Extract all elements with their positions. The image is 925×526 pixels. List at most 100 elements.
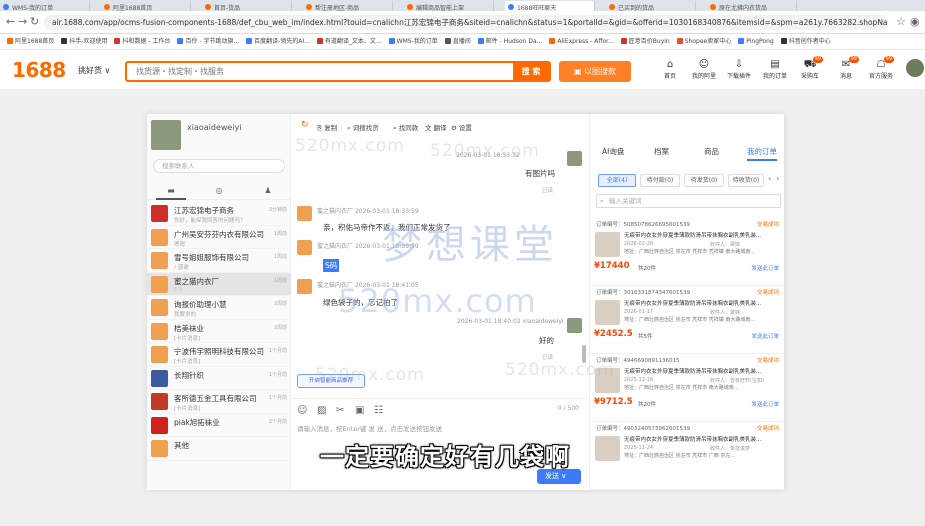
quick-reply-icon[interactable]: ☷ bbox=[374, 405, 383, 416]
address-bar[interactable]: air.1688.com/app/ocms-fusion-components-… bbox=[44, 15, 888, 30]
tab-ai-inquiry[interactable]: AI询盘 bbox=[602, 146, 624, 157]
contact-time: 2周前 bbox=[273, 324, 287, 331]
toolbar-button[interactable]: ⌕ 词搜找货 bbox=[347, 122, 379, 133]
header-nav-item[interactable]: ⛟ 采购车 99 bbox=[793, 56, 827, 80]
chevron-left-icon[interactable]: ‹ bbox=[768, 174, 771, 183]
header-nav-icon: ⌂ bbox=[666, 59, 674, 70]
tab-contacts[interactable]: ♟ bbox=[253, 186, 283, 195]
filter-pending-shipment[interactable]: 待发货(0) bbox=[684, 174, 724, 187]
filter-all[interactable]: 全部(4) bbox=[598, 174, 636, 187]
header-nav-item[interactable]: ☺ 我的阿里 bbox=[687, 59, 721, 80]
contact-item[interactable]: 桔美袜业 [卡片消息] 2周前 bbox=[147, 320, 291, 343]
browser-tab[interactable]: 原在尤拂内衣货品 bbox=[707, 1, 797, 11]
send-order-link[interactable]: 发送此订单 bbox=[751, 332, 779, 340]
bookmark-item[interactable]: 阿里1688首页 bbox=[7, 34, 54, 49]
search-input[interactable] bbox=[127, 63, 515, 80]
contact-item[interactable]: 江苏宏锦电子商务 你好，能探我回答的问题吗？ 3分钟前 bbox=[147, 202, 291, 226]
tab-recent-chats[interactable]: ▬ bbox=[156, 186, 186, 200]
send-order-link[interactable]: 发送此订单 bbox=[751, 264, 779, 272]
order-search-input[interactable]: ⌕ 输入关键词 bbox=[596, 194, 781, 208]
bookmark-item[interactable]: PingPong bbox=[738, 34, 774, 49]
contact-item[interactable]: piak旭拓袜业 2个月前 bbox=[147, 414, 291, 437]
contact-item[interactable]: 其他 bbox=[147, 437, 291, 461]
message-bubble[interactable]: 有图片吗 bbox=[525, 168, 555, 179]
order-card[interactable]: 订单编号：4946690891136015 交易成功 无痕带内衣女外穿夏季薄款防滑吊… bbox=[590, 354, 785, 422]
contact-snippet: 你好，能探我回答的问题吗？ bbox=[174, 218, 246, 224]
user-avatar[interactable] bbox=[906, 59, 924, 77]
order-card[interactable]: 订单编号：3016331874347601539 交易成功 无痕带内衣女外穿夏季薄款… bbox=[590, 286, 785, 354]
browser-tab[interactable]: 帮注册地区-商品 bbox=[303, 1, 393, 11]
contact-item[interactable]: 询报价助理小慧 我要求的 2周前 bbox=[147, 296, 291, 320]
back-icon[interactable]: ← bbox=[6, 15, 15, 29]
contact-item[interactable]: 蜜之猫内衣厂/:-) 1周前 bbox=[147, 272, 291, 296]
contact-item[interactable]: 雪号姐姐服饰有限公司 / 感谢 1周前 bbox=[147, 249, 291, 273]
search-button[interactable]: 搜 索 bbox=[513, 63, 549, 80]
header-nav-item[interactable]: ⌂ 首页 bbox=[653, 59, 687, 80]
toolbar-button[interactable]: ⎘ 复制 bbox=[317, 122, 337, 133]
bookmark-item[interactable]: 匠意百价Buyin bbox=[620, 34, 670, 49]
card-icon[interactable]: ▣ bbox=[355, 405, 364, 416]
tab-my-orders[interactable]: 我的订单 bbox=[747, 146, 777, 161]
bookmark-item[interactable]: 直播间 bbox=[444, 34, 471, 49]
header-nav-item[interactable]: ☖ 官方服务 99 bbox=[864, 56, 898, 80]
bookmark-favicon-icon bbox=[738, 38, 745, 44]
star-icon[interactable]: ☆ bbox=[896, 15, 906, 29]
browser-tab[interactable]: 阿里1688首页 bbox=[101, 1, 191, 11]
refresh-icon[interactable]: ↻ bbox=[301, 120, 309, 130]
bookmark-item[interactable]: 抖和数据 - 工作台 bbox=[114, 34, 170, 49]
bookmark-item[interactable]: 有道翻译_文本、文... bbox=[316, 34, 382, 49]
my-avatar[interactable] bbox=[151, 120, 181, 150]
bookmark-item[interactable]: Shopee卖家中心 bbox=[676, 34, 731, 49]
image-icon[interactable]: ▨ bbox=[317, 405, 326, 416]
bookmark-item[interactable]: 百度翻译-领先的AI... bbox=[246, 34, 310, 49]
tab-products[interactable]: 商品 bbox=[704, 146, 719, 157]
contact-time: 2个月前 bbox=[268, 418, 287, 425]
bookmark-item[interactable]: 抖手-欢迎使用 bbox=[61, 34, 107, 49]
order-address: 地址：广西壮族自治区 崇左市 凭祥市 凭祥镇 南大路城南... bbox=[624, 317, 756, 323]
forward-icon[interactable]: → bbox=[18, 15, 27, 29]
browser-tab[interactable]: WMS-我的订单 bbox=[0, 1, 90, 11]
toolbar-button[interactable]: ⌕ 找同款 bbox=[393, 122, 418, 133]
message-input[interactable]: 请输入消息，按Enter键 发 送，点击发送按钮发送 bbox=[297, 423, 442, 433]
bookmark-item[interactable]: 百伶 - 字节跳动旗... bbox=[177, 34, 239, 49]
category-selector[interactable]: 挑好货 ∨ bbox=[78, 65, 110, 76]
filter-pending-payment[interactable]: 待付款(0) bbox=[640, 174, 680, 187]
contact-item[interactable]: 广州吴安芬芬内衣有限公司 嗯嗯 1周前 bbox=[147, 226, 291, 249]
toolbar-button[interactable]: 文 翻译 bbox=[425, 122, 447, 132]
browser-tab[interactable]: 已买到的货品 bbox=[606, 1, 696, 11]
contact-item[interactable]: 客所德五金工具有限公司 [卡片消息] 1个月前 bbox=[147, 390, 291, 414]
message-bubble[interactable]: 好的 bbox=[539, 335, 554, 346]
contact-item[interactable]: 长翔针织 1个月前 bbox=[147, 367, 291, 390]
bookmark-item[interactable]: 抖音创作者中心 bbox=[780, 34, 831, 49]
browser-tab[interactable]: 首页-货品 bbox=[202, 1, 292, 11]
contact-avatar bbox=[151, 252, 168, 269]
filter-pending-receipt[interactable]: 待收货(0) bbox=[728, 174, 764, 187]
contact-search-input[interactable]: 搜索联系人 bbox=[153, 159, 285, 173]
contact-snippet: / 感谢 bbox=[174, 265, 189, 271]
image-search-button[interactable]: ▣ 以图搜款 bbox=[559, 61, 631, 82]
emoji-icon[interactable]: ☺ bbox=[297, 405, 307, 416]
order-card[interactable]: 订单编号：4903240573962601539 交易成功 无痕带内衣女外穿夏季薄款… bbox=[590, 422, 785, 490]
bookmark-item[interactable]: 邮件 - Hudson Da... bbox=[477, 34, 542, 49]
chevron-right-icon[interactable]: › bbox=[776, 174, 779, 183]
toolbar-button[interactable]: ⚙ 设置 bbox=[451, 122, 472, 132]
bookmark-item[interactable]: AliExpress - Affor... bbox=[549, 34, 614, 49]
tab-profile[interactable]: 档案 bbox=[654, 146, 669, 157]
order-card[interactable]: 订单编号：5085078626695601539 交易成功 无痕带内衣女外穿夏季薄款… bbox=[590, 218, 785, 286]
message-bubble-selected[interactable]: S码 bbox=[323, 259, 340, 272]
scissors-icon[interactable]: ✂ bbox=[336, 405, 344, 416]
site-logo[interactable]: 1688 bbox=[12, 58, 66, 82]
tab-groups[interactable]: ◎ bbox=[204, 186, 234, 195]
profile-icon[interactable]: ◉ bbox=[910, 15, 920, 29]
bookmark-favicon-icon bbox=[444, 38, 451, 44]
bookmark-item[interactable]: WMS-我的订单 bbox=[388, 34, 438, 49]
reload-icon[interactable]: ↻ bbox=[30, 15, 39, 29]
browser-tab[interactable]: 编辑商品智能上架 bbox=[404, 1, 494, 11]
contact-item[interactable]: 宁波伟宇照明科技有限公司 [卡片消息] 1个月前 bbox=[147, 343, 291, 367]
send-order-link[interactable]: 发送此订单 bbox=[751, 400, 779, 408]
header-nav-item[interactable]: ▤ 我的订单 bbox=[758, 59, 792, 80]
count-badge: 99 bbox=[812, 56, 823, 63]
header-nav-item[interactable]: ⇩ 下载插件 bbox=[722, 59, 756, 80]
browser-tab[interactable]: 1688旺旺聊天 bbox=[505, 1, 595, 11]
header-nav-item[interactable]: ✉ 消息 99 bbox=[829, 56, 863, 80]
